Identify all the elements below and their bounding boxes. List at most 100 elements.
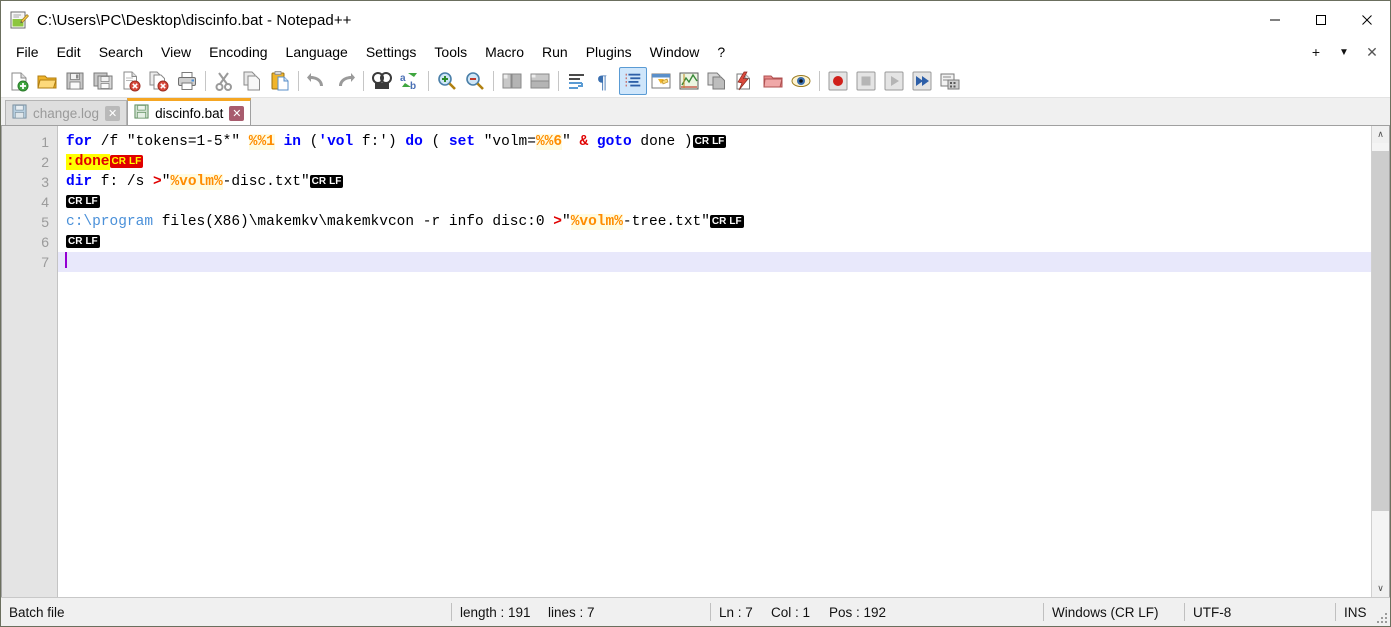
code-token: f: /s xyxy=(92,174,154,190)
close-all-files-icon[interactable] xyxy=(145,67,173,95)
toolbar-separator xyxy=(493,71,494,91)
stop-recording-macro-icon[interactable] xyxy=(852,67,880,95)
code-line[interactable]: c:\program files(X86)\makemkv\makemkvcon… xyxy=(58,212,1371,232)
code-line[interactable] xyxy=(58,252,1371,272)
show-all-characters-icon[interactable]: ¶ xyxy=(591,67,619,95)
scrollbar-track[interactable] xyxy=(1372,143,1389,580)
new-file-icon[interactable] xyxy=(5,67,33,95)
show-indent-guide-icon[interactable] xyxy=(619,67,647,95)
sync-horizontal-scroll-icon[interactable] xyxy=(526,67,554,95)
menu-item-view[interactable]: View xyxy=(152,41,200,63)
open-file-icon[interactable] xyxy=(33,67,61,95)
code-token: %volm% xyxy=(170,174,223,190)
document-map-icon[interactable] xyxy=(675,67,703,95)
code-line[interactable]: dir f: /s >"%volm%-disc.txt" CR LF xyxy=(58,172,1371,192)
tab-discinfo-bat[interactable]: discinfo.bat ✕ xyxy=(127,98,252,125)
word-wrap-icon[interactable] xyxy=(563,67,591,95)
notepad-plus-plus-icon xyxy=(9,10,29,30)
crlf-eol-marker: CR LF xyxy=(692,135,727,148)
resize-grip-icon[interactable] xyxy=(1375,611,1387,623)
menu-item-language[interactable]: Language xyxy=(277,41,357,63)
crlf-eol-marker: CR LF xyxy=(66,235,100,248)
menu-item-window[interactable]: Window xyxy=(641,41,709,63)
run-icon[interactable] xyxy=(936,67,964,95)
code-token: for xyxy=(66,134,93,150)
paste-icon[interactable] xyxy=(266,67,294,95)
menu-item-tools[interactable]: Tools xyxy=(425,41,476,63)
code-token: -disc.txt" xyxy=(222,174,310,190)
menu-item-settings[interactable]: Settings xyxy=(357,41,426,63)
redo-icon[interactable] xyxy=(331,67,359,95)
code-token: > xyxy=(553,214,562,230)
minimize-button[interactable] xyxy=(1252,1,1298,39)
folder-as-workspace-icon[interactable] xyxy=(731,67,759,95)
window-title: C:\Users\PC\Desktop\discinfo.bat - Notep… xyxy=(37,11,352,29)
code-token: c:\program xyxy=(66,214,154,230)
svg-text:a: a xyxy=(400,73,406,84)
code-token: %%6 xyxy=(535,134,563,150)
undo-icon[interactable] xyxy=(303,67,331,95)
new-tab-plus-icon[interactable]: + xyxy=(1302,40,1330,64)
document-tab-bar: change.log ✕ discinfo.bat ✕ xyxy=(1,98,1390,126)
status-insert-mode[interactable]: INS xyxy=(1336,598,1375,626)
menu-item-plugins[interactable]: Plugins xyxy=(577,41,641,63)
code-line[interactable]: CR LF xyxy=(58,192,1371,212)
menu-item-search[interactable]: Search xyxy=(90,41,152,63)
cut-icon[interactable] xyxy=(210,67,238,95)
save-all-icon[interactable] xyxy=(89,67,117,95)
scrollbar-thumb[interactable] xyxy=(1372,151,1389,511)
status-pos: Pos : 192 xyxy=(829,604,887,620)
tab-close-icon[interactable]: ✕ xyxy=(105,105,121,121)
chevron-down-icon[interactable]: ▼ xyxy=(1330,40,1358,64)
menu-item-run[interactable]: Run xyxy=(533,41,577,63)
toolbar: a b ¶ xyxy=(1,65,1390,98)
crlf-eol-marker: CR LF xyxy=(309,175,344,188)
play-macro-icon[interactable] xyxy=(880,67,908,95)
toolbar-separator xyxy=(428,71,429,91)
code-line[interactable]: for /f "tokens=1-5*" %%1 in ('vol f:') d… xyxy=(58,132,1371,152)
code-text-area[interactable]: for /f "tokens=1-5*" %%1 in ('vol f:') d… xyxy=(58,126,1371,597)
line-number-gutter: 1 2 3 4 5 6 7 xyxy=(2,126,58,597)
replace-icon[interactable]: a b xyxy=(396,67,424,95)
line-number: 2 xyxy=(41,154,49,170)
notepad-plus-plus-window: C:\Users\PC\Desktop\discinfo.bat - Notep… xyxy=(0,0,1391,627)
close-tab-icon[interactable]: ✕ xyxy=(1358,40,1386,64)
record-macro-icon[interactable] xyxy=(824,67,852,95)
status-eol-format[interactable]: Windows (CR LF) xyxy=(1044,598,1184,626)
monitoring-eye-icon[interactable] xyxy=(787,67,815,95)
code-token: 'vol xyxy=(318,134,354,150)
maximize-button[interactable] xyxy=(1298,1,1344,39)
status-encoding[interactable]: UTF-8 xyxy=(1185,598,1335,626)
function-list-icon[interactable] xyxy=(703,67,731,95)
copy-icon[interactable] xyxy=(238,67,266,95)
sync-vertical-scroll-icon[interactable] xyxy=(498,67,526,95)
tab-change-log[interactable]: change.log ✕ xyxy=(5,100,128,125)
user-defined-dialog-icon[interactable] xyxy=(647,67,675,95)
save-icon[interactable] xyxy=(61,67,89,95)
close-button[interactable] xyxy=(1344,1,1390,39)
find-icon[interactable] xyxy=(368,67,396,95)
zoom-in-icon[interactable] xyxy=(433,67,461,95)
menu-item-help[interactable]: ? xyxy=(708,41,734,63)
print-icon[interactable] xyxy=(173,67,201,95)
tab-close-icon[interactable]: ✕ xyxy=(229,105,245,121)
code-token: ( xyxy=(422,134,449,150)
scroll-up-arrow-icon[interactable]: ∧ xyxy=(1372,126,1389,143)
document-tab-controls: + ▼ ✕ xyxy=(1302,39,1386,65)
crlf-eol-marker: CR LF xyxy=(66,195,100,208)
menu-item-encoding[interactable]: Encoding xyxy=(200,41,276,63)
menu-item-macro[interactable]: Macro xyxy=(476,41,533,63)
monitoring-folder-icon[interactable] xyxy=(759,67,787,95)
status-language[interactable]: Batch file xyxy=(1,598,451,626)
vertical-scrollbar[interactable]: ∧ ∨ xyxy=(1371,126,1389,597)
close-file-icon[interactable] xyxy=(117,67,145,95)
zoom-out-icon[interactable] xyxy=(461,67,489,95)
line-number: 4 xyxy=(41,194,49,210)
code-line[interactable]: CR LF xyxy=(58,232,1371,252)
menu-item-edit[interactable]: Edit xyxy=(48,41,90,63)
menu-item-file[interactable]: File xyxy=(7,41,48,63)
run-macro-multiple-times-icon[interactable] xyxy=(908,67,936,95)
code-line[interactable]: :done CR LF xyxy=(58,152,1371,172)
scroll-down-arrow-icon[interactable]: ∨ xyxy=(1372,580,1389,597)
